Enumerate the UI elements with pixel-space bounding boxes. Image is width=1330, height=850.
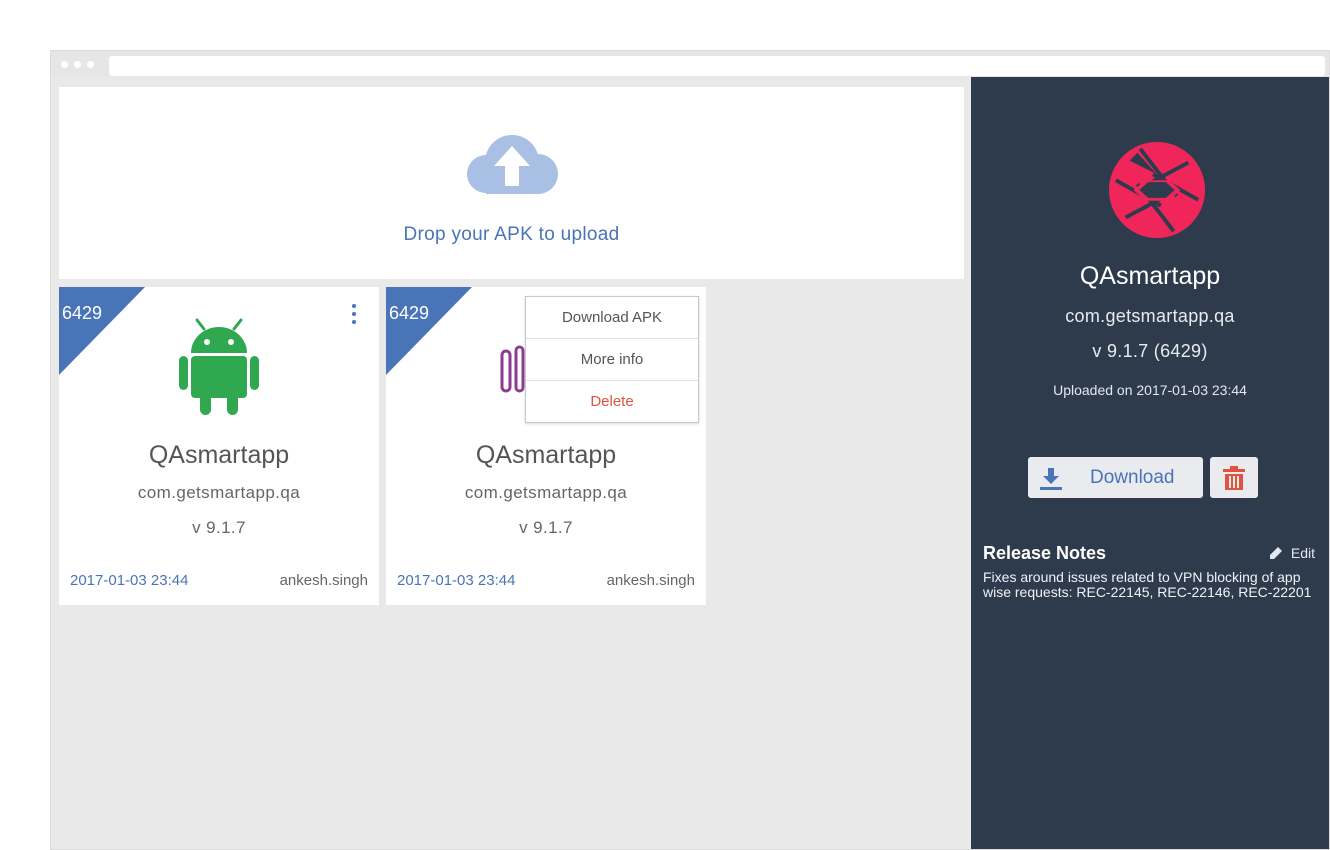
build-ribbon (386, 287, 472, 375)
browser-window: Drop your APK to upload 6429 QAsmartapp … (50, 50, 1330, 850)
app-title: QAsmartapp (1079, 262, 1221, 290)
download-button[interactable]: Download (1028, 457, 1203, 498)
app-version: v 9.1.7 (6429) (1092, 341, 1208, 361)
upload-date: 2017-01-03 23:44 (70, 572, 189, 589)
build-number: 6429 (62, 303, 103, 323)
release-notes-title: Release Notes (983, 543, 1107, 563)
edit-label: Edit (1290, 545, 1315, 561)
app-logo-icon (500, 345, 525, 393)
cloud-upload-icon (467, 135, 558, 194)
main-content: Drop your APK to upload 6429 QAsmartapp … (51, 77, 971, 849)
details-sidebar: QAsmartapp com.getsmartapp.qa v 9.1.7 (6… (971, 77, 1329, 849)
upload-info: Uploaded on 2017-01-03 23:44 (1053, 382, 1247, 398)
browser-toolbar (51, 51, 1329, 77)
more-options-icon[interactable] (352, 304, 358, 328)
delete-button[interactable] (1210, 457, 1258, 498)
address-bar[interactable] (109, 56, 1325, 76)
apk-dropzone[interactable]: Drop your APK to upload (59, 87, 964, 279)
menu-item-delete[interactable]: Delete (526, 381, 698, 422)
trash-icon (1223, 465, 1245, 490)
apk-card[interactable]: 6429 QAsmartapp com.getsmartapp.qa v 9.1… (59, 287, 379, 605)
release-notes-text: Fixes around issues related to VPN block… (983, 569, 1312, 600)
uploader-name: ankesh.singh (279, 572, 368, 589)
context-menu: Download APK More info Delete (525, 296, 699, 423)
android-icon (179, 318, 259, 415)
uploader-name: ankesh.singh (606, 572, 695, 589)
package-name: com.getsmartapp.qa (137, 483, 301, 502)
window-dot[interactable] (61, 61, 68, 68)
download-icon (1040, 467, 1062, 490)
window-controls (61, 61, 94, 68)
drop-text: Drop your APK to upload (403, 224, 620, 245)
edit-button[interactable]: Edit (1269, 545, 1315, 561)
app-logo-icon (1108, 141, 1206, 239)
package-name: com.getsmartapp.qa (1065, 306, 1235, 326)
menu-item-more-info[interactable]: More info (526, 339, 698, 381)
app-version: v 9.1.7 (519, 518, 573, 537)
download-label: Download (1090, 466, 1175, 488)
build-ribbon (59, 287, 145, 375)
build-number: 6429 (389, 303, 430, 323)
app-version: v 9.1.7 (192, 518, 246, 537)
window-dot[interactable] (87, 61, 94, 68)
app-name: QAsmartapp (475, 441, 617, 469)
menu-item-download-apk[interactable]: Download APK (526, 297, 698, 339)
pencil-icon (1269, 547, 1282, 559)
window-dot[interactable] (74, 61, 81, 68)
app-name: QAsmartapp (148, 441, 290, 469)
package-name: com.getsmartapp.qa (464, 483, 628, 502)
upload-date: 2017-01-03 23:44 (397, 572, 516, 589)
